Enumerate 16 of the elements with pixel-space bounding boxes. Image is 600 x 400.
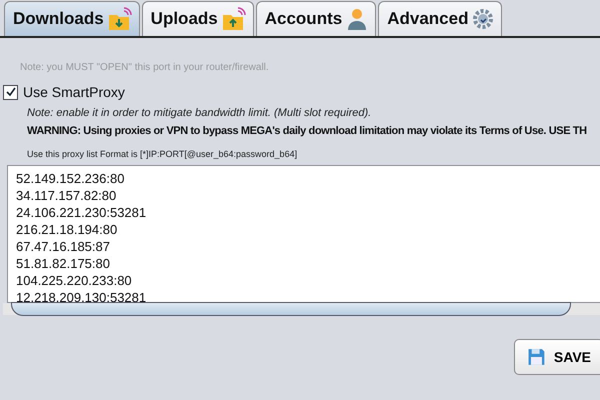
port-note: Note: you MUST "OPEN" this port in your router/firewall. bbox=[19, 61, 270, 70]
gear-icon bbox=[471, 7, 496, 31]
format-hint: Use this proxy list Format is [*]IP:PORT[@user_b64:password_b64] bbox=[27, 149, 298, 159]
tab[interactable]: Accounts bbox=[256, 1, 376, 36]
horizontal-scrollbar[interactable] bbox=[3, 303, 600, 315]
checkbox[interactable] bbox=[3, 84, 18, 100]
proxy-list-field[interactable]: 52.149.152.236:80 34.117.157.82:80 24.106.221.230:53281 216.21.18.194:80 67.47.16.185:87 51.81.82.175:80 104.225.220.233:80 12.218.209.130:53281 bbox=[7, 165, 600, 303]
warning-text: WARNING: Using proxies or VPN to bypass MEGA's daily download limitation may violate its Terms of Use. USE TH bbox=[27, 125, 588, 137]
tab[interactable]: Advanced bbox=[378, 1, 502, 36]
tab[interactable]: Uploads bbox=[142, 1, 254, 36]
folder-icon bbox=[220, 6, 247, 32]
save-button[interactable]: SAVE bbox=[514, 339, 600, 375]
checkbox-label: Use SmartProxy bbox=[23, 84, 125, 100]
folder-icon bbox=[106, 6, 133, 32]
tab[interactable]: Downloads bbox=[4, 1, 140, 36]
proxy-note: Note: enable it in order to mitigate bandwidth limit. (Multi slot required). bbox=[27, 107, 372, 119]
